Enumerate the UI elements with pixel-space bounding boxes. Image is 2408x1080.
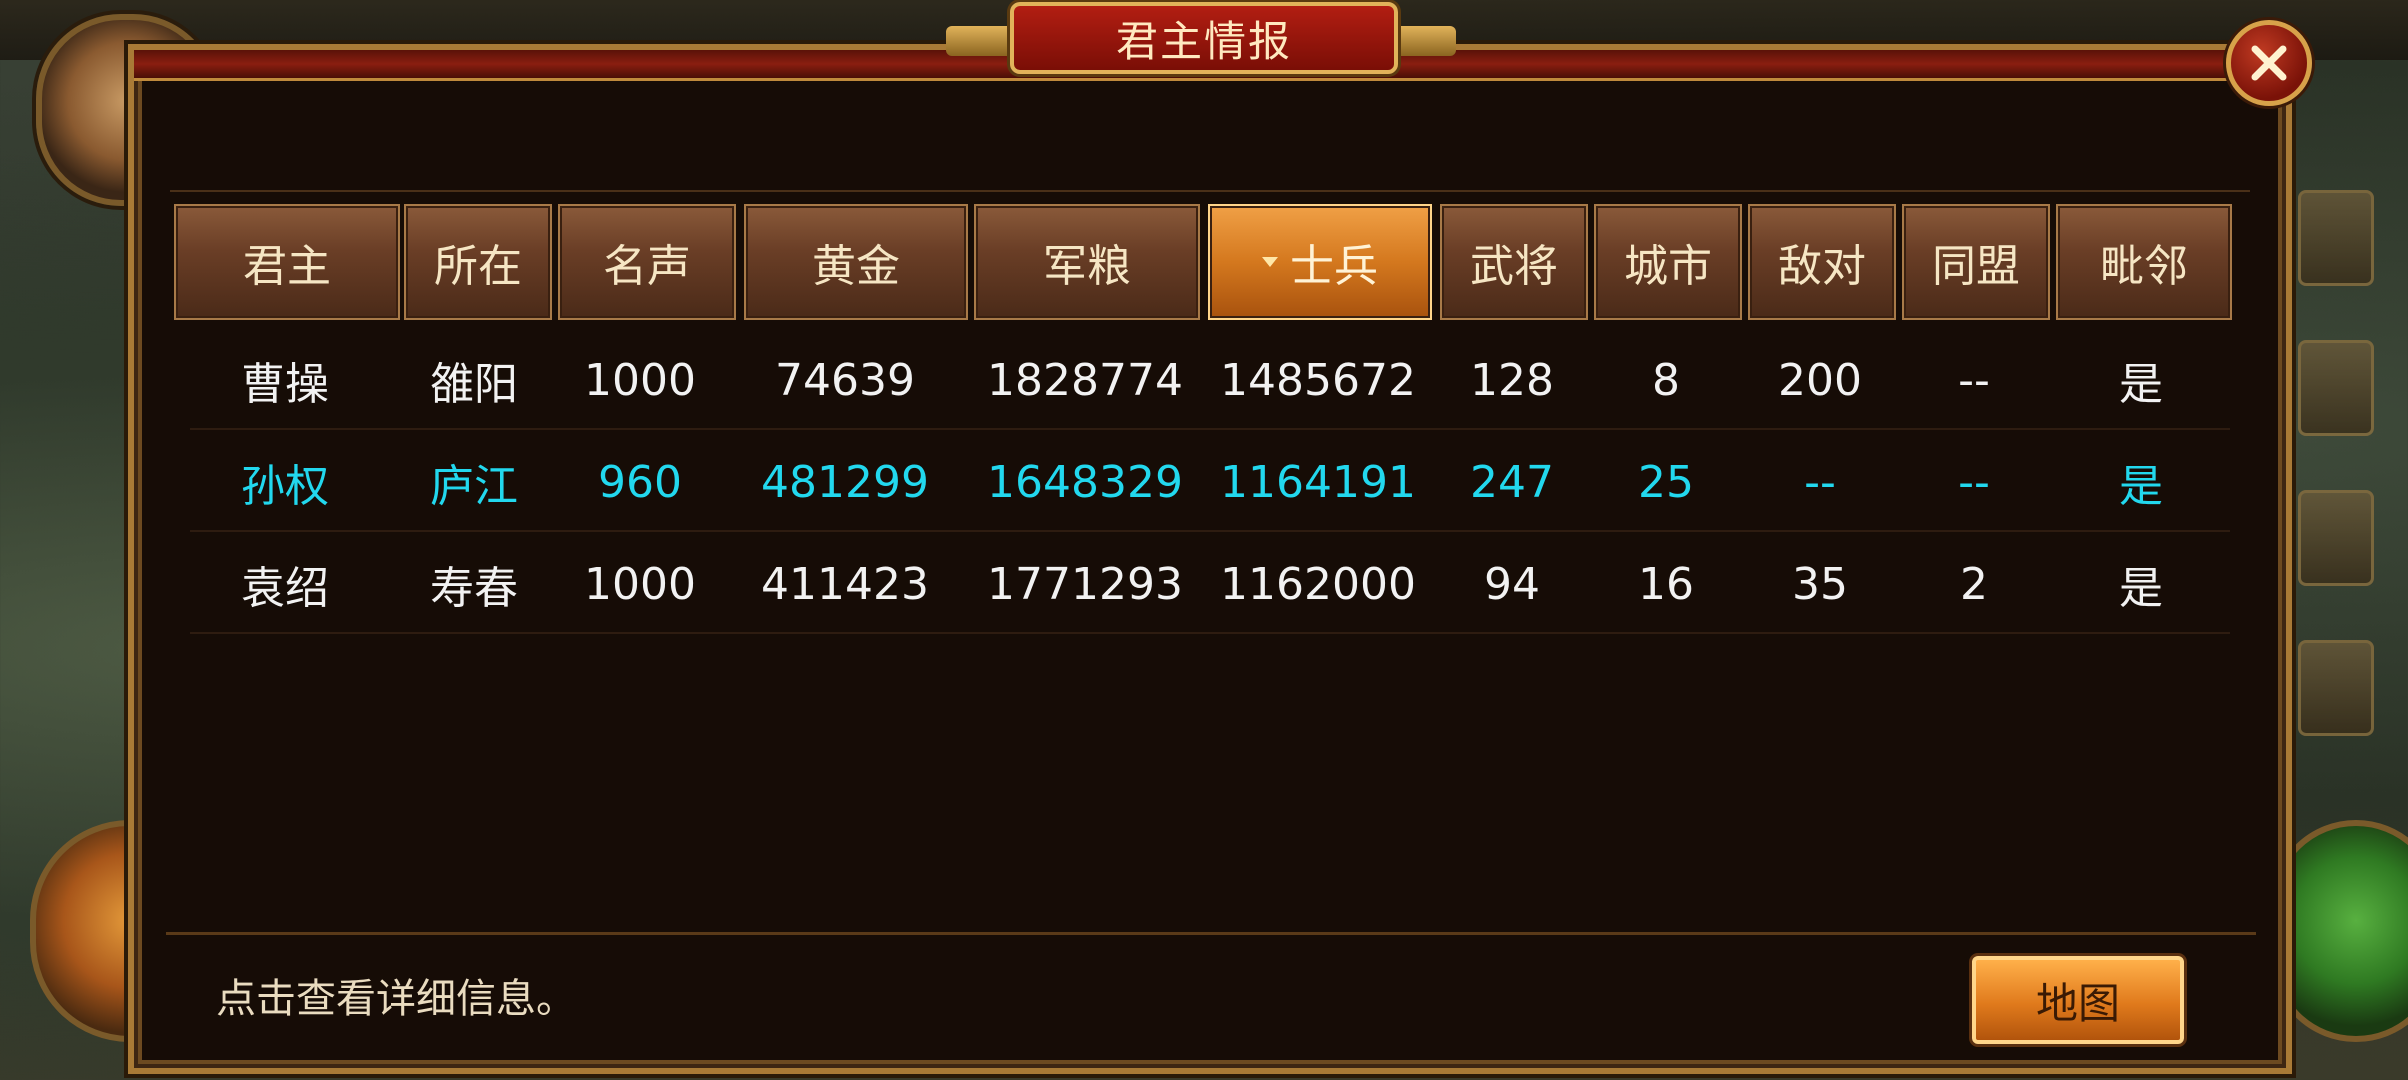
col-header-lord[interactable]: 君主: [174, 204, 400, 320]
cell-hostile: 200: [1778, 354, 1862, 406]
close-button[interactable]: [2226, 20, 2312, 106]
cell-hostile: --: [1804, 456, 1836, 508]
bg-side-button: [2298, 640, 2374, 736]
table-row[interactable]: 袁绍 寿春 1000 411423 1771293 1162000 94 16 …: [190, 534, 2230, 634]
map-button[interactable]: 地图: [1972, 956, 2184, 1044]
cell-alliance: --: [1958, 456, 1990, 508]
bg-side-button: [2298, 340, 2374, 436]
bg-side-button: [2298, 190, 2374, 286]
cell-fame: 960: [598, 456, 682, 508]
cell-fame: 1000: [584, 558, 696, 610]
row-divider: [190, 530, 2230, 532]
cell-soldiers: 1164191: [1220, 456, 1416, 508]
row-divider: [190, 428, 2230, 430]
row-divider: [190, 632, 2230, 634]
cell-food: 1828774: [987, 354, 1183, 406]
cell-gold: 481299: [761, 456, 929, 508]
col-header-hostile[interactable]: 敌对: [1748, 204, 1896, 320]
col-header-alliance[interactable]: 同盟: [1902, 204, 2050, 320]
cell-food: 1771293: [987, 558, 1183, 610]
cell-generals: 94: [1484, 558, 1540, 610]
cell-lord: 袁绍: [241, 563, 329, 614]
cell-food: 1648329: [987, 456, 1183, 508]
cell-hostile: 35: [1792, 558, 1848, 610]
cell-gold: 74639: [775, 354, 915, 406]
col-header-soldiers[interactable]: 士兵: [1208, 204, 1432, 320]
cell-adjacent: 是: [2119, 563, 2163, 614]
cell-cities: 16: [1638, 558, 1694, 610]
cell-location: 雒阳: [430, 359, 518, 410]
col-header-fame[interactable]: 名声: [558, 204, 736, 320]
close-icon: [2251, 45, 2287, 81]
col-header-adjacent[interactable]: 毗邻: [2056, 204, 2232, 320]
cell-adjacent: 是: [2119, 359, 2163, 410]
cell-location: 庐江: [430, 461, 518, 512]
cell-lord: 曹操: [241, 359, 329, 410]
bg-side-button: [2298, 490, 2374, 586]
window-title: 君主情报: [1010, 2, 1398, 74]
divider: [166, 932, 2256, 935]
cell-fame: 1000: [584, 354, 696, 406]
cell-cities: 8: [1652, 354, 1680, 406]
table-row-self[interactable]: 孙权 庐江 960 481299 1648329 1164191 247 25 …: [190, 432, 2230, 532]
cell-soldiers: 1485672: [1220, 354, 1416, 406]
sort-desc-icon: [1262, 257, 1278, 267]
cell-lord: 孙权: [241, 461, 329, 512]
footer-hint: 点击查看详细信息。: [216, 976, 576, 1022]
cell-soldiers: 1162000: [1220, 558, 1416, 610]
cell-generals: 247: [1470, 456, 1554, 508]
cell-generals: 128: [1470, 354, 1554, 406]
cell-adjacent: 是: [2119, 461, 2163, 512]
divider: [170, 190, 2250, 192]
cell-gold: 411423: [761, 558, 929, 610]
col-header-gold[interactable]: 黄金: [744, 204, 968, 320]
table-row[interactable]: 曹操 雒阳 1000 74639 1828774 1485672 128 8 2…: [190, 330, 2230, 430]
col-header-location[interactable]: 所在: [404, 204, 552, 320]
cell-location: 寿春: [430, 563, 518, 614]
cell-alliance: 2: [1960, 558, 1988, 610]
col-header-food[interactable]: 军粮: [974, 204, 1200, 320]
col-header-cities[interactable]: 城市: [1594, 204, 1742, 320]
col-header-generals[interactable]: 武将: [1440, 204, 1588, 320]
cell-cities: 25: [1638, 456, 1694, 508]
cell-alliance: --: [1958, 354, 1990, 406]
